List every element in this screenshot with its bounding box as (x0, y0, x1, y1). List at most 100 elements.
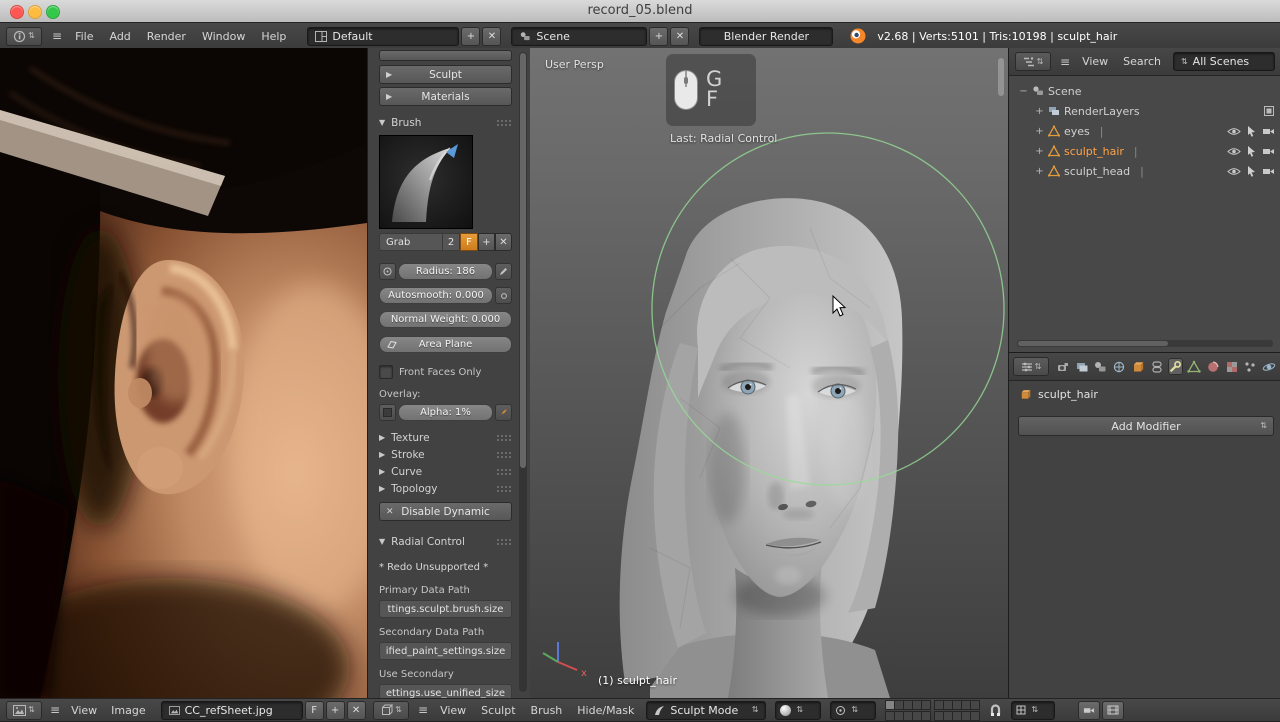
editor-type-button[interactable]: ⇅ (373, 700, 409, 720)
outliner-menu-search[interactable]: Search (1120, 55, 1164, 68)
unlink-image-button[interactable]: ✕ (346, 700, 366, 720)
front-faces-checkbox[interactable] (379, 365, 393, 379)
curve-panel-header[interactable]: ▶ Curve (379, 463, 512, 480)
tab-particles[interactable] (1243, 358, 1259, 375)
new-image-button[interactable]: + (325, 700, 345, 720)
viewport-scrollbar[interactable] (998, 58, 1004, 96)
visibility-eye-icon[interactable] (1227, 127, 1241, 136)
active-layer-cell[interactable] (886, 700, 895, 709)
screen-layout-selector[interactable]: Default (307, 26, 460, 46)
selectability-pointer-icon[interactable] (1247, 145, 1256, 157)
tab-constraints[interactable] (1149, 358, 1165, 375)
expander-icon[interactable]: + (1035, 166, 1044, 177)
texture-panel-header[interactable]: ▶ Texture (379, 429, 512, 446)
visibility-eye-icon[interactable] (1227, 167, 1241, 176)
outliner-horizontal-scrollbar[interactable] (1017, 340, 1273, 347)
viewport-3d[interactable]: x User Persp G F Last: Radial Control (1… (530, 48, 1008, 698)
collapse-menus-icon[interactable]: ≡ (50, 703, 60, 717)
add-layout-button[interactable]: + (461, 26, 481, 46)
shelf-tab-sculpt[interactable]: ▶ Sculpt (379, 65, 512, 84)
layers-widget[interactable] (885, 699, 981, 721)
collapse-menus-icon[interactable]: ≡ (418, 703, 428, 717)
image-datablock-selector[interactable]: CC_refSheet.jpg (160, 700, 303, 720)
opengl-render-button[interactable] (1078, 700, 1101, 720)
snap-magnet-icon[interactable] (989, 703, 1002, 717)
tab-scene[interactable] (1093, 358, 1109, 375)
fake-user-button[interactable]: F (460, 233, 478, 251)
editor-type-button[interactable]: ⇅ (6, 700, 42, 720)
selectability-pointer-icon[interactable] (1247, 125, 1256, 137)
pivot-point-selector[interactable]: ⇅ (830, 700, 877, 720)
outliner-row-renderlayers[interactable]: + RenderLayers (1009, 101, 1280, 121)
sculpt-plane-dropdown[interactable]: Area Plane (379, 336, 512, 353)
tab-render-layers[interactable] (1074, 358, 1090, 375)
collapse-menus-icon[interactable]: ≡ (52, 29, 62, 43)
editor-type-button[interactable]: ⇅ (1013, 357, 1049, 376)
selectability-pointer-icon[interactable] (1247, 165, 1256, 177)
radius-slider[interactable]: Radius: 186 (398, 263, 493, 280)
outliner-menu-view[interactable]: View (1079, 55, 1111, 68)
renderlayer-badge-icon[interactable] (1263, 105, 1275, 117)
image-fake-user-button[interactable]: F (304, 700, 324, 720)
brush-users-count[interactable]: 2 (443, 233, 460, 251)
unlink-brush-button[interactable]: ✕ (495, 233, 512, 251)
disable-dynamic-button[interactable]: ✕ Disable Dynamic (379, 502, 512, 521)
menu-add[interactable]: Add (106, 30, 133, 43)
front-faces-row[interactable]: Front Faces Only (379, 365, 512, 379)
radius-unit-button[interactable] (379, 263, 396, 280)
tab-world[interactable] (1111, 358, 1127, 375)
v3d-menu-hide-mask[interactable]: Hide/Mask (574, 704, 637, 717)
brush-preview[interactable] (379, 135, 473, 229)
tab-object[interactable] (1130, 358, 1146, 375)
v3d-menu-sculpt[interactable]: Sculpt (478, 704, 518, 717)
editor-type-button[interactable]: ⇅ (1015, 52, 1051, 71)
tab-object-data[interactable] (1186, 358, 1202, 375)
shelf-tab-materials[interactable]: ▶ Materials (379, 87, 512, 106)
viewport-shading-selector[interactable]: ⇅ (775, 700, 822, 720)
brush-name-field[interactable]: Grab (379, 233, 443, 251)
editor-type-button[interactable]: ⇅ (6, 26, 42, 46)
v3d-menu-view[interactable]: View (437, 704, 469, 717)
image-menu-view[interactable]: View (68, 704, 100, 717)
collapse-menus-icon[interactable]: ≡ (1060, 55, 1070, 69)
secondary-data-path-field[interactable]: ified_paint_settings.size (379, 642, 512, 660)
image-editor-area[interactable] (0, 48, 368, 698)
add-modifier-button[interactable]: Add Modifier ⇅ (1018, 416, 1274, 436)
partial-panel-tab[interactable] (379, 50, 512, 61)
mode-selector[interactable]: Sculpt Mode ⇅ (646, 700, 767, 720)
outliner-row-sculpt-head[interactable]: + sculpt_head | (1009, 161, 1280, 181)
renderability-camera-icon[interactable] (1262, 167, 1275, 176)
outliner-row-scene[interactable]: − Scene (1009, 81, 1280, 101)
tab-render[interactable] (1055, 358, 1071, 375)
add-scene-button[interactable]: + (649, 26, 669, 46)
visibility-eye-icon[interactable] (1227, 147, 1241, 156)
use-secondary-field[interactable]: ettings.use_unified_size (379, 684, 512, 698)
menu-file[interactable]: File (72, 30, 96, 43)
renderability-camera-icon[interactable] (1262, 147, 1275, 156)
overlay-paint-button[interactable] (495, 404, 512, 421)
normal-weight-slider[interactable]: Normal Weight: 0.000 (379, 311, 512, 328)
alpha-slider[interactable]: Alpha: 1% (398, 404, 493, 421)
radius-edit-button[interactable] (495, 263, 512, 280)
snap-element-selector[interactable]: ⇅ (1011, 700, 1056, 720)
primary-data-path-field[interactable]: ttings.sculpt.brush.size (379, 600, 512, 618)
overlay-toggle-checkbox[interactable] (379, 404, 396, 421)
stroke-panel-header[interactable]: ▶ Stroke (379, 446, 512, 463)
outliner-row-eyes[interactable]: + eyes | (1009, 121, 1280, 141)
opengl-render-anim-button[interactable] (1102, 700, 1125, 720)
delete-layout-button[interactable]: ✕ (482, 26, 502, 46)
brush-panel-header[interactable]: ▼ Brush (379, 114, 512, 131)
expander-icon[interactable]: + (1035, 106, 1044, 117)
scene-selector[interactable]: Scene (511, 26, 648, 46)
render-engine-selector[interactable]: Blender Render (699, 26, 834, 46)
menu-window[interactable]: Window (199, 30, 248, 43)
menu-render[interactable]: Render (144, 30, 189, 43)
tab-material[interactable] (1205, 358, 1221, 375)
tab-texture[interactable] (1224, 358, 1240, 375)
menu-help[interactable]: Help (258, 30, 289, 43)
outliner-row-sculpt-hair[interactable]: + sculpt_hair | (1009, 141, 1280, 161)
v3d-menu-brush[interactable]: Brush (528, 704, 566, 717)
autosmooth-slider[interactable]: Autosmooth: 0.000 (379, 287, 493, 304)
tab-physics[interactable] (1261, 358, 1277, 375)
renderability-camera-icon[interactable] (1262, 127, 1275, 136)
